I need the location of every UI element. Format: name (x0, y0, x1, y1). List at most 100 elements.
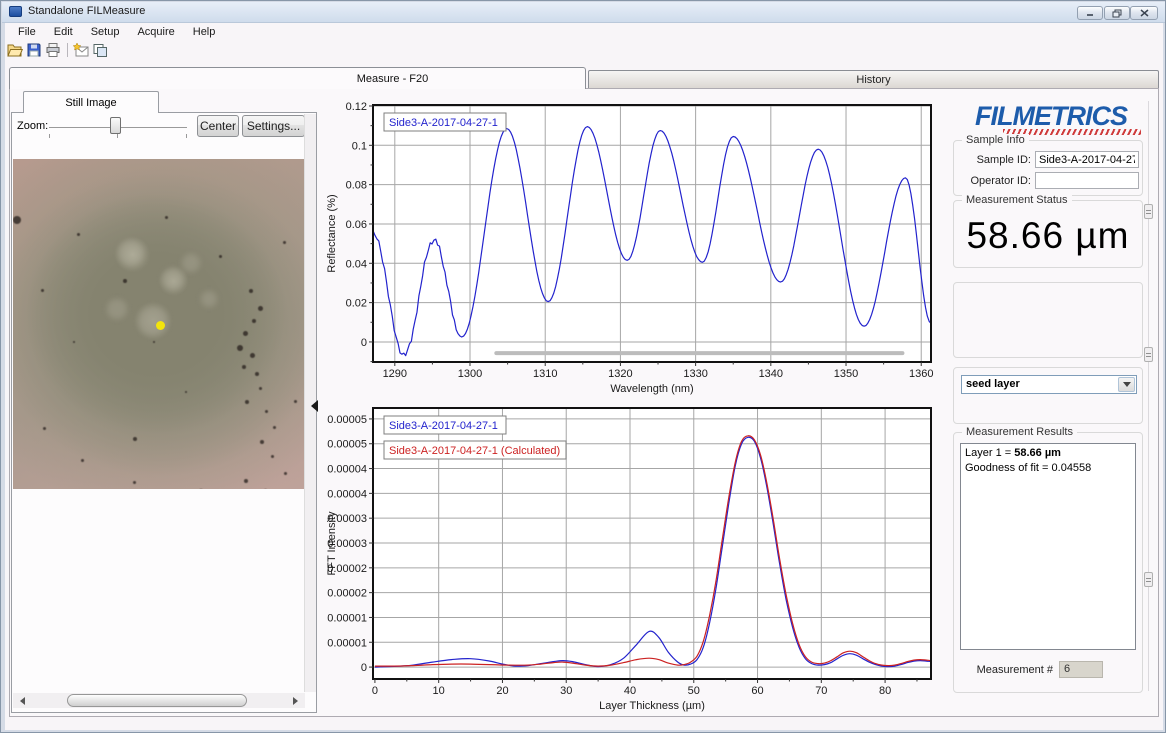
reflectance-chart[interactable]: 129013001310132013301340135013600.120.10… (321, 97, 943, 399)
x-tick-label: 1290 (383, 368, 407, 380)
image-speck (153, 341, 155, 343)
image-bright-spot (118, 240, 144, 266)
recipe-selected-value: seed layer (966, 378, 1020, 390)
tab-still-image[interactable]: Still Image (23, 91, 159, 113)
fft-chart[interactable]: 010203040506070800.000050.000050.000040.… (321, 401, 943, 715)
center-button-label: Center (200, 119, 236, 133)
image-speck (284, 472, 287, 475)
image-speck (242, 365, 246, 369)
sample-id-input[interactable] (1035, 151, 1139, 168)
restore-icon (1112, 9, 1122, 18)
camera-image[interactable] (13, 159, 305, 489)
zoom-slider-thumb[interactable] (110, 117, 121, 134)
image-speck (133, 437, 137, 441)
image-speck (283, 241, 286, 244)
settings-button-label: Settings... (247, 119, 300, 133)
scrollbar-thumb[interactable] (67, 694, 247, 707)
open-icon[interactable] (6, 42, 23, 58)
close-button[interactable] (1130, 6, 1158, 20)
slider-tick (117, 134, 118, 138)
minimize-button[interactable] (1077, 6, 1103, 20)
y-tick-label: 0.12 (346, 101, 367, 113)
operator-id-label: Operator ID: (959, 175, 1031, 187)
restore-button[interactable] (1104, 6, 1130, 20)
operator-id-input[interactable] (1035, 172, 1139, 189)
x-tick-label: 40 (624, 685, 636, 697)
chevron-down-icon (1123, 382, 1131, 391)
x-tick-label: 1360 (909, 368, 933, 380)
slider-tick (49, 134, 50, 138)
tab-history[interactable]: History (588, 70, 1159, 89)
image-speck (237, 345, 243, 351)
menu-help[interactable]: Help (184, 25, 225, 40)
measurement-number-field: 6 (1059, 661, 1103, 678)
y-tick-label: 0.00005 (327, 414, 367, 426)
legend-label: Side3-A-2017-04-27-1 (389, 117, 498, 129)
image-speck (258, 306, 263, 311)
y-tick-label: 0.02 (346, 298, 367, 310)
x-tick-label: 1350 (834, 368, 858, 380)
copy-screen-icon[interactable] (91, 42, 108, 58)
tab-measure-f20[interactable]: Measure - F20 (9, 67, 586, 89)
image-speck (273, 426, 276, 429)
panel-divider (1148, 101, 1149, 691)
splitter-handle[interactable] (1144, 204, 1153, 219)
result-line-goodness: Goodness of fit = 0.04558 (965, 461, 1131, 476)
scroll-right-button[interactable] (290, 693, 305, 708)
image-bright-spot (107, 299, 127, 319)
title-bar[interactable] (2, 2, 1165, 23)
result-line-layer: Layer 1 = 58.66 µm (965, 446, 1131, 461)
window-title: Standalone FILMeasure (28, 5, 145, 17)
horizontal-scrollbar[interactable] (13, 693, 305, 708)
menu-edit[interactable]: Edit (45, 25, 82, 40)
image-speck (265, 410, 268, 413)
image-speck (123, 279, 127, 283)
image-speck (77, 233, 80, 236)
image-bright-spot (162, 268, 184, 290)
app-window: Standalone FILMeasure FileEditSetupAcqui… (0, 0, 1166, 733)
y-tick-label: 0.04 (346, 258, 367, 270)
menu-acquire[interactable]: Acquire (128, 25, 183, 40)
menu-setup[interactable]: Setup (82, 25, 129, 40)
dropdown-arrow-button[interactable] (1118, 377, 1135, 392)
image-speck (43, 427, 46, 430)
image-speck (133, 481, 136, 484)
y-tick-label: 0.00004 (327, 464, 367, 476)
x-tick-label: 30 (560, 685, 572, 697)
image-speck (245, 400, 249, 404)
center-button[interactable]: Center (197, 115, 239, 137)
y-axis-label: Reflectance (%) (326, 194, 338, 272)
slider-tick (186, 134, 187, 138)
splitter-handle[interactable] (1144, 572, 1153, 587)
scroll-right-icon (293, 697, 302, 705)
image-speck (73, 341, 75, 343)
image-speck (13, 216, 21, 224)
measurement-number-label: Measurement # (953, 664, 1053, 676)
image-speck (294, 400, 297, 403)
thickness-readout: 58.66 µm (954, 215, 1142, 257)
scroll-left-icon (16, 697, 25, 705)
results-listbox[interactable]: Layer 1 = 58.66 µm Goodness of fit = 0.0… (960, 443, 1136, 650)
print-icon[interactable] (44, 42, 61, 58)
y-tick-label: 0.00002 (327, 588, 367, 600)
x-tick-label: 50 (688, 685, 700, 697)
sample-id-label: Sample ID: (959, 154, 1031, 166)
x-tick-label: 80 (879, 685, 891, 697)
baseline-wizard-icon[interactable] (72, 42, 89, 58)
recipe-dropdown[interactable]: seed layer (961, 375, 1137, 394)
scroll-left-button[interactable] (13, 693, 28, 708)
splitter-handle[interactable] (1144, 347, 1153, 362)
measurement-status-label: Measurement Status (962, 194, 1072, 206)
menu-file[interactable]: File (9, 25, 45, 40)
panel-collapse-arrow-icon[interactable] (305, 400, 318, 412)
save-icon[interactable] (25, 42, 42, 58)
y-axis-label: FFT Intensity (326, 511, 338, 575)
actions-group (953, 282, 1143, 358)
settings-button[interactable]: Settings... (242, 115, 305, 137)
image-speck (243, 331, 248, 336)
image-speck (259, 387, 262, 390)
x-tick-label: 10 (433, 685, 445, 697)
legend-label: Side3-A-2017-04-27-1 (389, 420, 498, 432)
image-speck (41, 289, 44, 292)
image-speck (252, 319, 256, 323)
